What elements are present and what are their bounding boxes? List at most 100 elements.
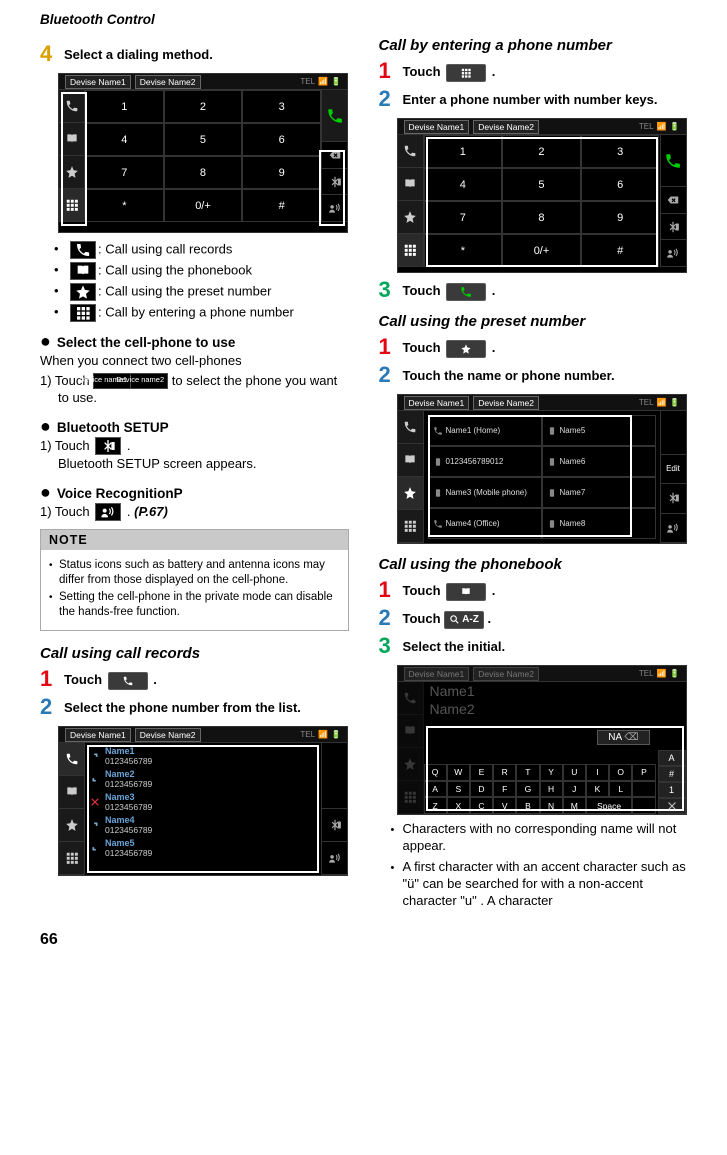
delete-button[interactable] xyxy=(661,187,686,214)
kbd-key[interactable]: A xyxy=(424,781,447,798)
kbd-key[interactable]: J xyxy=(563,781,586,798)
side-phonebook-icon[interactable] xyxy=(398,444,423,477)
kbd-key[interactable]: O xyxy=(609,764,632,781)
key-8[interactable]: 8 xyxy=(502,201,581,234)
side-keypad-icon[interactable] xyxy=(59,189,84,222)
bt-setup-button[interactable] xyxy=(661,484,686,513)
device-tab-2[interactable]: Devise Name2 xyxy=(473,120,539,134)
bt-setup-button[interactable] xyxy=(322,809,347,842)
preset-item[interactable]: Name5 xyxy=(542,415,656,446)
list-item[interactable]: Name20123456789 xyxy=(89,768,317,790)
key-9[interactable]: 9 xyxy=(242,156,321,189)
key-3[interactable]: 3 xyxy=(242,90,321,123)
voice-button[interactable] xyxy=(322,195,347,222)
side-call-records-icon[interactable] xyxy=(398,135,423,168)
key-6[interactable]: 6 xyxy=(242,123,321,156)
kbd-key[interactable]: Q xyxy=(424,764,447,781)
kbd-key[interactable]: G xyxy=(516,781,539,798)
device-tab-2[interactable]: Devise Name2 xyxy=(473,396,539,410)
kbd-key[interactable]: M xyxy=(563,797,586,814)
key-3[interactable]: 3 xyxy=(581,135,660,168)
kbd-key[interactable]: L xyxy=(609,781,632,798)
edit-button[interactable]: Edit xyxy=(661,455,686,484)
side-phonebook-icon[interactable] xyxy=(59,123,84,156)
preset-item[interactable]: Name7 xyxy=(542,477,656,508)
kbd-close[interactable] xyxy=(658,798,686,814)
list-item[interactable]: Name50123456789 xyxy=(89,837,317,859)
side-phonebook-icon[interactable] xyxy=(59,776,84,809)
side-preset-icon[interactable] xyxy=(59,809,84,842)
kbd-mode-number[interactable]: 1 xyxy=(658,782,686,798)
list-item[interactable]: Name40123456789 xyxy=(89,814,317,836)
call-button[interactable] xyxy=(322,90,347,142)
list-item[interactable]: Name10123456789 xyxy=(89,745,317,767)
kbd-key[interactable]: T xyxy=(516,764,539,781)
key-7[interactable]: 7 xyxy=(85,156,164,189)
kbd-key[interactable]: W xyxy=(447,764,470,781)
kbd-key[interactable]: N xyxy=(540,797,563,814)
kbd-key[interactable]: P xyxy=(632,764,655,781)
kbd-key[interactable]: U xyxy=(563,764,586,781)
delete-button[interactable] xyxy=(322,142,347,169)
key-1[interactable]: 1 xyxy=(85,90,164,123)
key-2[interactable]: 2 xyxy=(502,135,581,168)
kbd-mode-alpha[interactable]: A xyxy=(658,750,686,766)
kbd-key[interactable]: S xyxy=(447,781,470,798)
key-1[interactable]: 1 xyxy=(424,135,503,168)
side-preset-icon[interactable] xyxy=(398,477,423,510)
side-keypad-icon[interactable] xyxy=(398,234,423,267)
preset-item[interactable]: Name6 xyxy=(542,446,656,477)
side-phonebook-icon[interactable] xyxy=(398,168,423,201)
voice-button[interactable] xyxy=(661,240,686,267)
key-7[interactable]: 7 xyxy=(424,201,503,234)
side-keypad-icon[interactable] xyxy=(59,842,84,875)
key-2[interactable]: 2 xyxy=(164,90,243,123)
key-hash[interactable]: # xyxy=(242,189,321,222)
bt-setup-button[interactable] xyxy=(661,214,686,241)
preset-item[interactable]: Name3 (Mobile phone) xyxy=(428,477,542,508)
kbd-key[interactable]: K xyxy=(586,781,609,798)
key-0[interactable]: 0/+ xyxy=(502,234,581,267)
kbd-key[interactable]: Z xyxy=(424,797,447,814)
kbd-key[interactable]: Y xyxy=(540,764,563,781)
kbd-key[interactable]: I xyxy=(586,764,609,781)
kbd-key[interactable]: F xyxy=(493,781,516,798)
preset-item[interactable]: 0123456789012 xyxy=(428,446,542,477)
key-0[interactable]: 0/+ xyxy=(164,189,243,222)
kbd-key[interactable]: D xyxy=(470,781,493,798)
key-5[interactable]: 5 xyxy=(164,123,243,156)
kbd-space[interactable]: Space xyxy=(586,797,632,814)
key-4[interactable]: 4 xyxy=(85,123,164,156)
side-preset-icon[interactable] xyxy=(398,201,423,234)
kbd-key[interactable]: B xyxy=(516,797,539,814)
key-6[interactable]: 6 xyxy=(581,168,660,201)
device-tab-1[interactable]: Devise Name1 xyxy=(404,120,470,134)
kbd-key[interactable]: R xyxy=(493,764,516,781)
device-tab-1[interactable]: Devise Name1 xyxy=(65,728,131,742)
voice-button[interactable] xyxy=(322,842,347,875)
device-tab-1[interactable]: Devise Name1 xyxy=(65,75,131,89)
side-keypad-icon[interactable] xyxy=(398,510,423,543)
key-star[interactable]: * xyxy=(85,189,164,222)
list-item[interactable]: Name30123456789 xyxy=(89,791,317,813)
key-9[interactable]: 9 xyxy=(581,201,660,234)
kbd-key[interactable]: V xyxy=(493,797,516,814)
side-call-records-icon[interactable] xyxy=(59,743,84,776)
call-button[interactable] xyxy=(661,135,686,187)
device-tab-2[interactable]: Devise Name2 xyxy=(135,728,201,742)
preset-item[interactable]: Name8 xyxy=(542,508,656,539)
key-4[interactable]: 4 xyxy=(424,168,503,201)
device-tab-2[interactable]: Devise Name2 xyxy=(135,75,201,89)
kbd-key[interactable]: C xyxy=(470,797,493,814)
key-5[interactable]: 5 xyxy=(502,168,581,201)
key-8[interactable]: 8 xyxy=(164,156,243,189)
preset-item[interactable]: Name1 (Home) xyxy=(428,415,542,446)
side-preset-icon[interactable] xyxy=(59,156,84,189)
side-call-records-icon[interactable] xyxy=(59,90,84,123)
kbd-key[interactable]: E xyxy=(470,764,493,781)
voice-button[interactable] xyxy=(661,514,686,543)
kbd-key[interactable]: X xyxy=(447,797,470,814)
preset-item[interactable]: Name4 (Office) xyxy=(428,508,542,539)
side-call-records-icon[interactable] xyxy=(398,411,423,444)
key-star[interactable]: * xyxy=(424,234,503,267)
